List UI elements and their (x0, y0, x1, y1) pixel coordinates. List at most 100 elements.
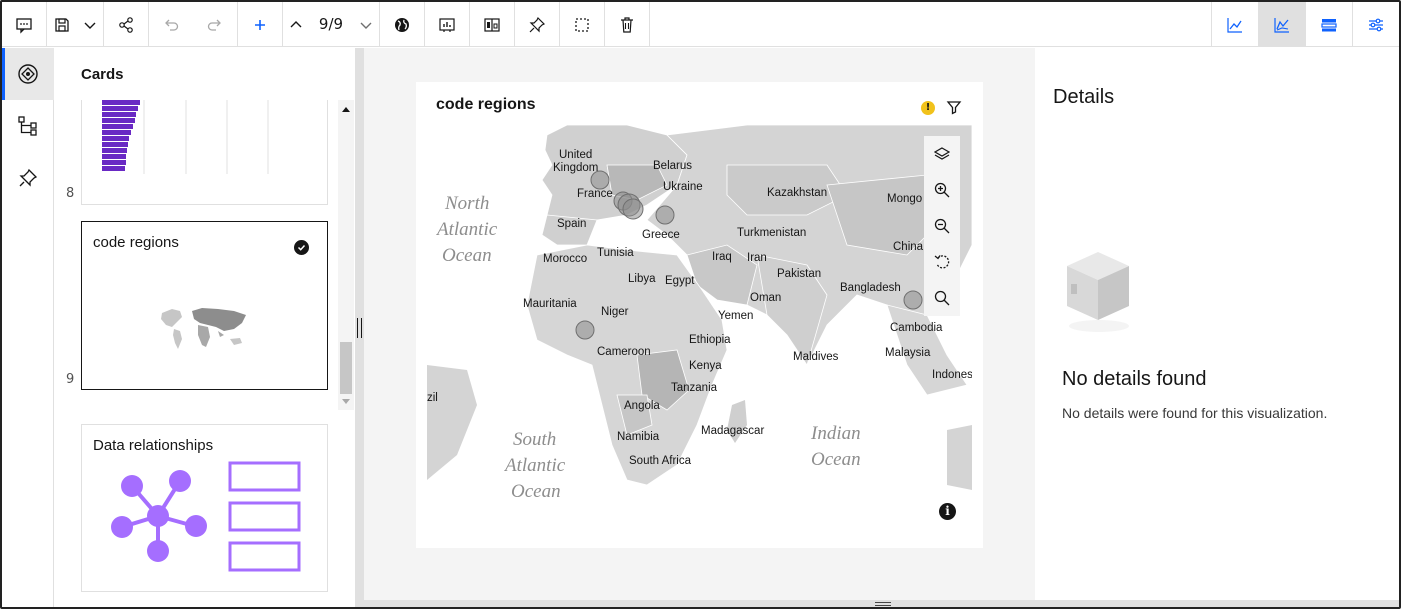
settings-adjust-icon[interactable] (1352, 2, 1399, 47)
map-place-label: Niger (601, 306, 629, 318)
scroll-down-arrow-icon[interactable] (338, 394, 354, 410)
ocean-label: Indian (810, 423, 861, 444)
checkmark-icon (294, 240, 309, 255)
details-panel: Details No details found No details were… (1035, 48, 1399, 600)
map-place-label: France (577, 188, 613, 200)
map-place-label: Namibia (617, 431, 660, 443)
map-place-label: Pakistan (777, 268, 821, 280)
map-place-label: Tunisia (597, 247, 634, 259)
map-place-label: China (893, 241, 924, 253)
map-place-label: zil (427, 392, 438, 404)
line-chart-icon[interactable] (1211, 2, 1258, 47)
undo-icon[interactable] (149, 2, 193, 47)
horizontal-splitter-grip-icon[interactable] (875, 602, 891, 606)
details-title: Details (1053, 86, 1115, 108)
ocean-label: Ocean (811, 449, 861, 470)
cards-panel: Cards 8 code regions 9 Data relationship… (55, 48, 355, 607)
map-canvas: North Atlantic Ocean South Atlantic Ocea… (427, 125, 972, 502)
map-place-label: Kazakhstan (767, 187, 827, 199)
map-place-label: Maldives (793, 351, 839, 363)
toolbar-right-group (1211, 2, 1399, 47)
map-place-label: Malaysia (885, 347, 931, 359)
empty-state-title: No details found (1062, 368, 1207, 390)
cards-icon[interactable] (2, 48, 54, 100)
chart-insights-icon[interactable] (1258, 2, 1305, 47)
comment-icon[interactable] (2, 2, 46, 47)
compare-icon[interactable] (470, 2, 514, 47)
empty-state-description: No details were found for this visualiza… (1062, 405, 1328, 421)
ocean-label: North (444, 193, 489, 214)
splitter-grip-icon[interactable] (357, 318, 362, 338)
map-place-label: South Africa (629, 455, 692, 467)
scroll-thumb[interactable] (340, 342, 352, 394)
redo-icon[interactable] (193, 2, 237, 47)
ocean-label: Atlantic (435, 219, 498, 240)
map-place-label: Greece (642, 229, 680, 241)
layers-icon[interactable] (924, 136, 960, 172)
map-place-label: Turkmenistan (737, 227, 806, 239)
card-thumbnail-data-relationships[interactable]: Data relationships (81, 424, 328, 592)
map-place-label: Madagascar (701, 425, 764, 437)
next-card-chevron-down-icon[interactable] (353, 2, 379, 47)
search-icon[interactable] (924, 280, 960, 316)
card-number: 9 (66, 372, 75, 387)
visualization-title: code regions (436, 96, 536, 113)
previous-card-chevron-up-icon[interactable] (283, 2, 309, 47)
map-place-label: Tanzania (671, 382, 718, 394)
map-place-label: Angola (624, 400, 660, 412)
warning-icon[interactable]: ! (921, 101, 935, 115)
page-indicator: 9/9 (318, 15, 344, 33)
map-place-label: Mauritania (523, 298, 577, 310)
left-rail (2, 48, 54, 607)
map-place-label: Bangladesh (840, 282, 901, 294)
map-view[interactable]: North Atlantic Ocean South Atlantic Ocea… (427, 125, 972, 505)
network-diagram-thumbnail (111, 461, 301, 572)
empty-box-illustration (1067, 252, 1129, 332)
reset-view-icon[interactable] (924, 244, 960, 280)
vertical-splitter[interactable] (355, 48, 364, 607)
map-place-label: Cambodia (890, 322, 943, 334)
card-label: code regions (93, 234, 179, 251)
map-place-label: Indones (932, 369, 972, 381)
map-place-label: Ukraine (663, 181, 703, 193)
select-area-icon[interactable] (560, 2, 604, 47)
map-place-label: United Kingdom (553, 149, 598, 174)
card-number: 8 (66, 186, 75, 201)
filter-icon[interactable] (946, 99, 962, 119)
card-thumbnail-8[interactable] (81, 100, 328, 205)
visualization-icon[interactable] (425, 2, 469, 47)
save-icon[interactable] (47, 2, 77, 47)
scroll-up-arrow-icon[interactable] (338, 100, 354, 118)
map-place-label: Mongo (887, 193, 922, 205)
bar-chart-thumbnail (102, 100, 269, 174)
map-place-label: Belarus (653, 160, 692, 172)
share-icon[interactable] (104, 2, 148, 47)
save-menu-chevron-down-icon[interactable] (77, 2, 103, 47)
map-place-label: Iraq (712, 251, 732, 263)
cards-scrollbar[interactable] (338, 100, 354, 410)
visualization-widget[interactable]: code regions ! North Atlantic Ocean Sout… (416, 82, 983, 548)
map-controls (924, 136, 960, 316)
zoom-out-icon[interactable] (924, 208, 960, 244)
hierarchy-icon[interactable] (2, 100, 54, 152)
world-map-thumbnail (161, 308, 246, 349)
toolbar: 9/9 (2, 2, 1399, 47)
map-place-label: Morocco (543, 253, 587, 265)
map-place-label: Libya (628, 273, 656, 285)
ocean-label: Ocean (511, 481, 561, 502)
pin-icon[interactable] (2, 152, 54, 204)
globe-icon[interactable] (380, 2, 424, 47)
zoom-in-icon[interactable] (924, 172, 960, 208)
pin-icon[interactable] (515, 2, 559, 47)
map-place-label: Iran (747, 252, 767, 264)
map-place-label: Ethiopia (689, 334, 731, 346)
toolbar-divider (649, 2, 650, 47)
ocean-label: Atlantic (503, 455, 566, 476)
map-place-label: Egypt (665, 275, 695, 287)
trash-icon[interactable] (605, 2, 649, 47)
add-icon[interactable] (238, 2, 282, 47)
data-table-icon[interactable] (1305, 2, 1352, 47)
info-icon[interactable]: i (939, 503, 956, 520)
card-thumbnail-9[interactable]: code regions (81, 221, 328, 390)
map-place-label: Kenya (689, 360, 722, 372)
